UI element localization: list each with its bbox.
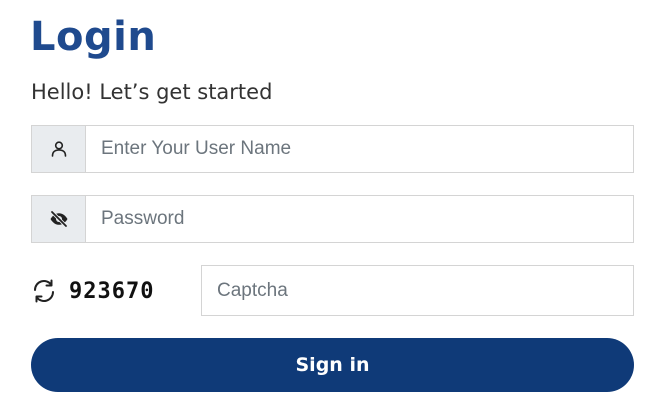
username-input[interactable] [86, 126, 633, 172]
user-icon [32, 126, 86, 172]
captcha-code: 923670 [69, 278, 155, 304]
refresh-icon[interactable] [31, 278, 57, 304]
password-field-group [31, 195, 634, 243]
sign-in-button[interactable]: Sign in [31, 338, 634, 392]
eye-slash-icon[interactable] [32, 196, 86, 242]
captcha-row: 923670 [31, 266, 154, 316]
login-subtitle: Hello! Let’s get started [31, 80, 273, 104]
login-title: Login [30, 14, 157, 60]
password-input[interactable] [86, 196, 633, 242]
captcha-input[interactable] [201, 265, 634, 316]
username-field-group [31, 125, 634, 173]
